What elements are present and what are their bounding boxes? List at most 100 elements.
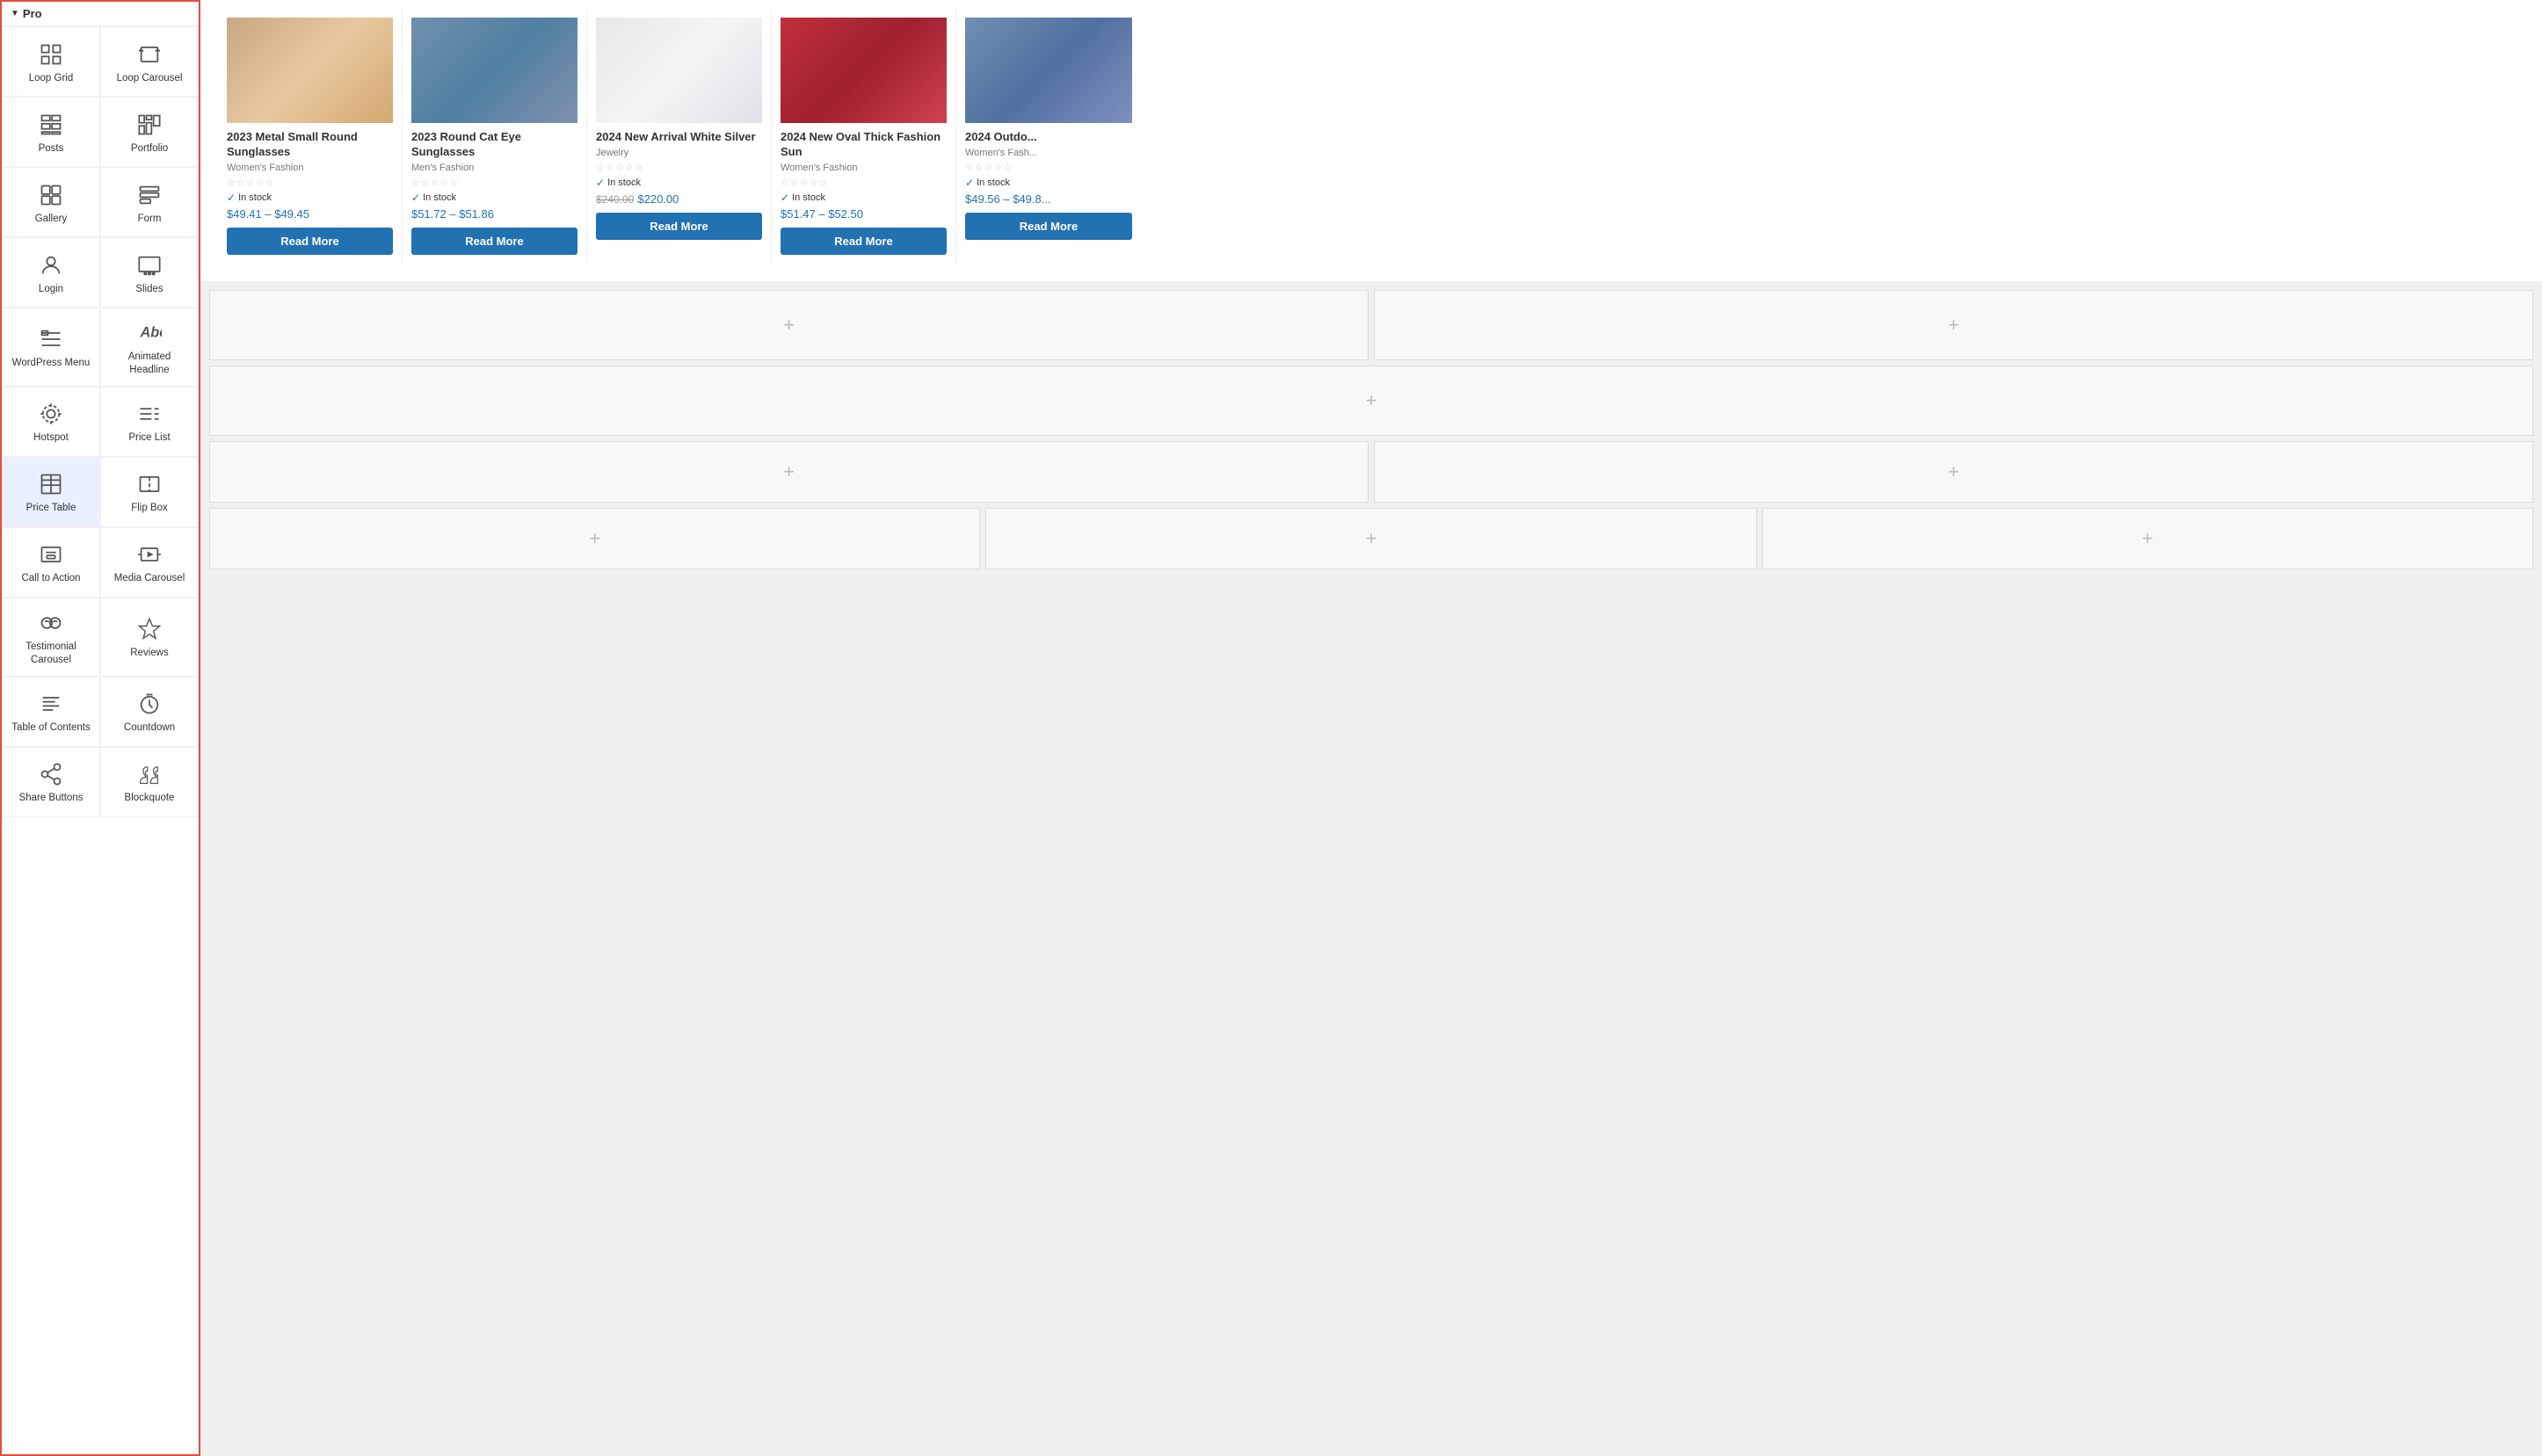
widget-label-blockquote: Blockquote <box>125 792 175 805</box>
product-card-p2: 2023 Round Cat Eye SunglassesMen's Fashi… <box>403 9 587 264</box>
widget-label-portfolio: Portfolio <box>131 142 168 156</box>
canvas-cell-2-1[interactable]: + <box>209 366 2533 436</box>
product-image-p3 <box>596 18 762 123</box>
product-category-p5: Women's Fash... <box>965 148 1132 158</box>
wordpress-menu-icon <box>39 327 63 351</box>
loop-carousel-icon <box>137 42 162 67</box>
canvas-row-2: + <box>209 366 2533 436</box>
sidebar-title: Pro <box>23 7 42 20</box>
stock-check-icon: ✓ <box>411 192 420 204</box>
widget-item-call-to-action[interactable]: Call to Action <box>2 527 100 598</box>
widget-item-loop-grid[interactable]: Loop Grid <box>2 26 100 97</box>
sidebar-header: ▼ Pro <box>2 2 199 26</box>
widget-label-price-table: Price Table <box>26 502 76 515</box>
widget-item-share-buttons[interactable]: Share Buttons <box>2 747 100 817</box>
widget-item-hotspot[interactable]: Hotspot <box>2 387 100 457</box>
canvas-cell-4-2[interactable]: + <box>985 508 1756 569</box>
widget-label-form: Form <box>138 213 162 226</box>
flip-box-icon <box>137 472 162 496</box>
product-image-p5 <box>965 18 1132 123</box>
widget-item-gallery[interactable]: Gallery <box>2 167 100 237</box>
widget-label-countdown: Countdown <box>124 721 175 735</box>
widget-label-flip-box: Flip Box <box>131 502 168 515</box>
widget-label-login: Login <box>39 283 63 296</box>
canvas-row-3: + + <box>209 441 2533 503</box>
widget-label-loop-carousel: Loop Carousel <box>117 72 183 85</box>
product-title-p5: 2024 Outdo... <box>965 130 1132 145</box>
add-section-icon: + <box>1366 391 1377 410</box>
testimonial-carousel-icon <box>39 611 63 635</box>
widget-item-blockquote[interactable]: Blockquote <box>100 747 199 817</box>
widget-label-media-carousel: Media Carousel <box>114 572 185 585</box>
widget-label-hotspot: Hotspot <box>33 431 69 445</box>
widget-item-slides[interactable]: Slides <box>100 237 199 308</box>
call-to-action-icon <box>39 542 63 567</box>
widget-item-portfolio[interactable]: Portfolio <box>100 97 199 167</box>
widget-item-wordpress-menu[interactable]: WordPress Menu <box>2 308 100 387</box>
widget-item-countdown[interactable]: Countdown <box>100 677 199 747</box>
stock-check-icon: ✓ <box>965 177 974 189</box>
widget-item-media-carousel[interactable]: Media Carousel <box>100 527 199 598</box>
widget-label-posts: Posts <box>39 142 64 156</box>
svg-text:Abc: Abc <box>140 325 163 341</box>
add-section-icon: + <box>783 315 795 335</box>
stock-check-icon: ✓ <box>781 192 789 204</box>
canvas-cell-4-3[interactable]: + <box>1762 508 2533 569</box>
collapse-handle[interactable]: ‹ <box>199 711 200 746</box>
canvas-row-1: + + <box>209 290 2533 360</box>
hotspot-icon <box>39 402 63 426</box>
read-more-button-p2[interactable]: Read More <box>411 228 577 255</box>
widget-item-price-table[interactable]: Price Table <box>2 457 100 527</box>
canvas-cell-4-1[interactable]: + <box>209 508 980 569</box>
share-buttons-icon <box>39 762 63 786</box>
widget-item-form[interactable]: Form <box>100 167 199 237</box>
product-stock-p2: ✓ In stock <box>411 192 577 204</box>
widget-item-reviews[interactable]: Reviews <box>100 598 199 677</box>
canvas-cell-3-1[interactable]: + <box>209 441 1369 503</box>
canvas-cell-3-2[interactable]: + <box>1374 441 2533 503</box>
read-more-button-p1[interactable]: Read More <box>227 228 393 255</box>
add-section-icon: + <box>2142 529 2153 548</box>
slides-icon <box>137 253 162 278</box>
product-category-p3: Jewelry <box>596 148 762 158</box>
reviews-icon <box>137 617 162 641</box>
form-icon <box>137 183 162 207</box>
widget-item-posts[interactable]: Posts <box>2 97 100 167</box>
product-card-p5: 2024 Outdo...Women's Fash...☆☆☆☆☆✓ In st… <box>956 9 1141 264</box>
product-image-p1 <box>227 18 393 123</box>
widget-label-reviews: Reviews <box>130 647 168 660</box>
canvas-cell-1-1[interactable]: + <box>209 290 1369 360</box>
widget-item-loop-carousel[interactable]: Loop Carousel <box>100 26 199 97</box>
widget-item-flip-box[interactable]: Flip Box <box>100 457 199 527</box>
gallery-icon <box>39 183 63 207</box>
widget-item-price-list[interactable]: Price List <box>100 387 199 457</box>
add-section-icon: + <box>589 529 600 548</box>
read-more-button-p5[interactable]: Read More <box>965 213 1132 240</box>
widget-item-animated-headline[interactable]: Abc Animated Headline <box>100 308 199 387</box>
product-stars-p5: ☆☆☆☆☆ <box>965 162 1132 173</box>
product-title-p1: 2023 Metal Small Round Sunglasses <box>227 130 393 160</box>
countdown-icon <box>137 692 162 716</box>
stock-check-icon: ✓ <box>596 177 605 189</box>
product-list: 2023 Metal Small Round Sunglasses Women's… <box>218 9 2524 264</box>
widget-label-animated-headline: Animated Headline <box>108 351 191 377</box>
product-stars-p1: ☆☆☆☆☆ <box>227 177 393 188</box>
login-icon <box>39 253 63 278</box>
product-category-p1: Women's Fashion <box>227 163 393 173</box>
widget-label-testimonial-carousel: Testimonial Carousel <box>10 641 92 667</box>
product-stars-p2: ☆☆☆☆☆ <box>411 177 577 188</box>
widget-item-testimonial-carousel[interactable]: Testimonial Carousel <box>2 598 100 677</box>
product-area: 2023 Metal Small Round Sunglasses Women's… <box>200 0 2542 281</box>
widget-item-login[interactable]: Login <box>2 237 100 308</box>
product-original-price-p3: $240.00 <box>596 193 634 206</box>
product-category-p2: Men's Fashion <box>411 163 577 173</box>
add-section-icon: + <box>1366 529 1377 548</box>
add-section-icon: + <box>1948 462 1959 482</box>
read-more-button-p3[interactable]: Read More <box>596 213 762 240</box>
table-of-contents-icon <box>39 692 63 716</box>
read-more-button-p4[interactable]: Read More <box>781 228 947 255</box>
canvas-cell-1-2[interactable]: + <box>1374 290 2533 360</box>
product-card-p4: 2024 New Oval Thick Fashion SunWomen's F… <box>772 9 956 264</box>
product-image-p2 <box>411 18 577 123</box>
widget-item-table-of-contents[interactable]: Table of Contents <box>2 677 100 747</box>
